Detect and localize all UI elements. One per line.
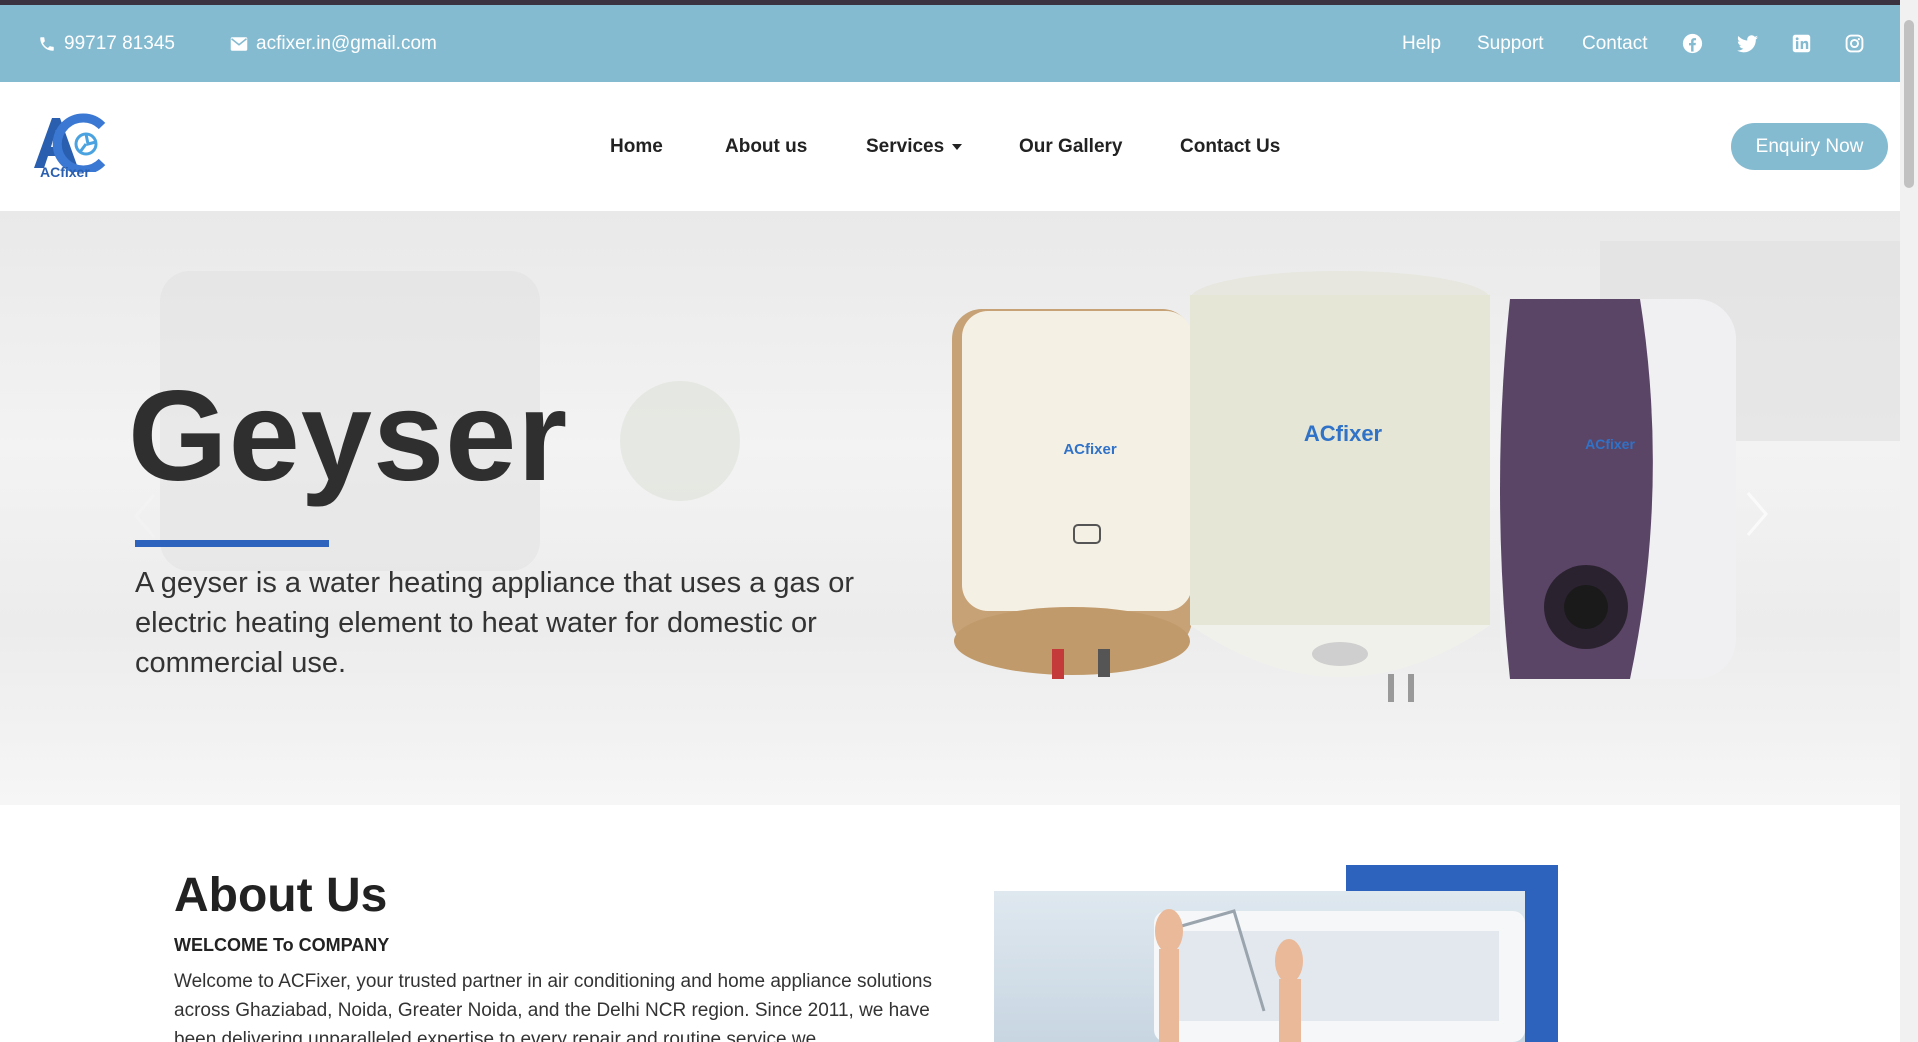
hero-underline	[135, 540, 329, 547]
nav-about-us[interactable]: About us	[725, 82, 807, 211]
twitter-icon[interactable]	[1734, 5, 1760, 82]
hero-carousel: Geyser A geyser is a water heating appli…	[0, 211, 1900, 805]
hero-description: A geyser is a water heating appliance th…	[135, 567, 854, 679]
nav-services-dropdown[interactable]: Services	[866, 82, 963, 211]
carousel-prev-arrow-icon[interactable]	[130, 491, 160, 541]
facebook-icon[interactable]	[1679, 5, 1705, 82]
caret-down-icon	[952, 143, 963, 150]
help-link[interactable]: Help	[1402, 5, 1441, 82]
logo-text: ACfixer	[40, 164, 90, 180]
nav-contact-us[interactable]: Contact Us	[1180, 82, 1280, 211]
linkedin-icon[interactable]	[1788, 5, 1814, 82]
envelope-icon	[230, 36, 248, 51]
carousel-next-arrow-icon[interactable]	[1742, 489, 1772, 539]
instagram-icon[interactable]	[1841, 5, 1867, 82]
scrollbar-thumb[interactable]	[1904, 20, 1914, 188]
phone-icon	[40, 36, 54, 51]
product-brand-label: ACfixer	[1585, 436, 1635, 452]
enquiry-now-button[interactable]: Enquiry Now	[1731, 123, 1888, 170]
email-contact[interactable]: acfixer.in@gmail.com	[230, 5, 437, 82]
contact-link[interactable]: Contact	[1582, 5, 1647, 82]
phone-number: 99717 81345	[64, 32, 175, 54]
background-shape	[620, 381, 740, 501]
geyser-image-purple	[1480, 289, 1742, 689]
product-brand-label: ACfixer	[1063, 441, 1117, 458]
geyser-image-cream	[1188, 269, 1493, 709]
main-navbar: ACfixer Home About us Services Our Galle…	[0, 82, 1900, 211]
phone-contact[interactable]: 99717 81345	[38, 5, 175, 82]
geyser-image-gold	[948, 289, 1196, 679]
ac-repair-photo	[994, 891, 1525, 1042]
about-us-text: Welcome to ACFixer, your trusted partner…	[174, 971, 932, 1042]
nav-our-gallery[interactable]: Our Gallery	[1019, 82, 1123, 211]
support-link[interactable]: Support	[1477, 5, 1544, 82]
email-address: acfixer.in@gmail.com	[256, 32, 437, 54]
nav-services-label: Services	[866, 135, 945, 157]
product-brand-label: ACfixer	[1303, 421, 1383, 446]
nav-home[interactable]: Home	[610, 82, 663, 211]
page: 99717 81345 acfixer.in@gmail.com Help Su…	[0, 0, 1918, 1042]
about-us-heading: About Us	[174, 869, 388, 922]
top-contact-bar: 99717 81345 acfixer.in@gmail.com Help Su…	[0, 5, 1900, 82]
about-us-subheading: WELCOME To COMPANY	[174, 935, 390, 955]
hero-title: Geyser	[128, 365, 569, 508]
